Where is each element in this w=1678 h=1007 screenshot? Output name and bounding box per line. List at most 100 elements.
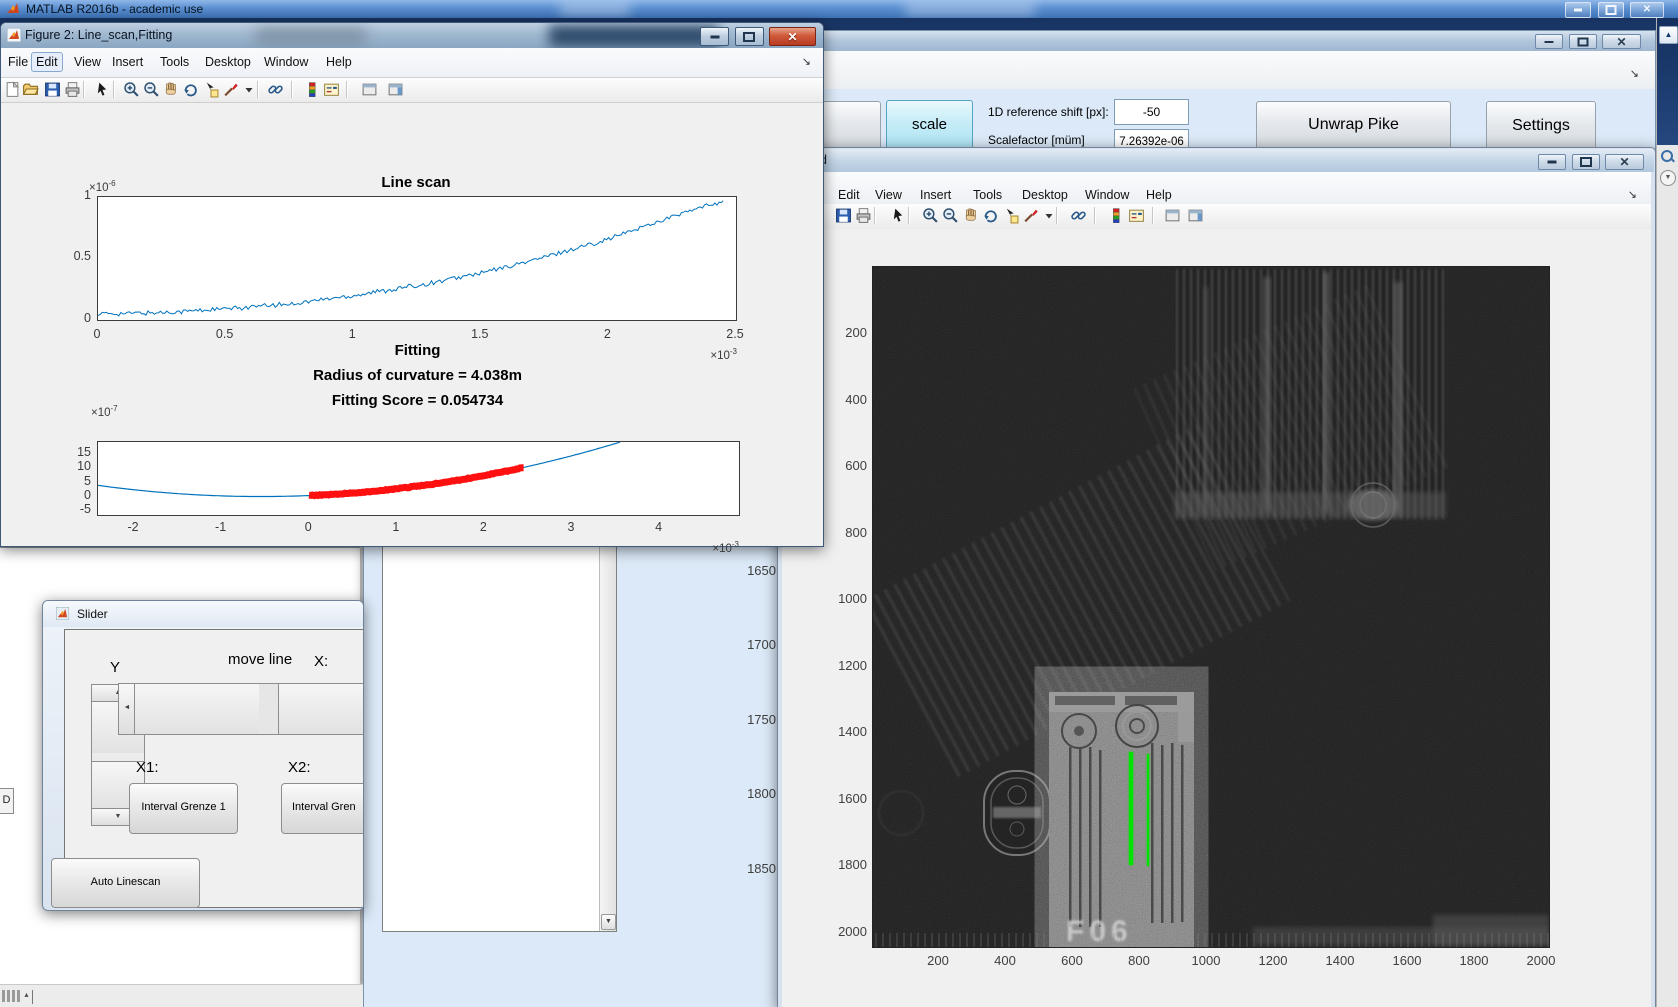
tick-label: 5 — [84, 473, 91, 488]
link-plot-icon[interactable] — [1070, 207, 1087, 224]
close-icon[interactable]: ✕ — [1602, 34, 1641, 49]
hide-plot-tools-icon[interactable] — [361, 81, 378, 98]
fitting-axes[interactable] — [97, 441, 740, 516]
hidden-axes-tick-label: 1650 — [747, 562, 776, 578]
zoom-in-icon[interactable] — [123, 81, 140, 98]
slider-window: Slider Y ▲ ▼ move line X: ◄ X1: X2: Inte… — [42, 600, 364, 911]
edit-plot-pointer-icon[interactable] — [94, 81, 111, 98]
open-file-icon[interactable] — [22, 81, 39, 98]
pan-icon[interactable] — [162, 81, 179, 98]
image-figure-window: d ✕ ↘ EditView Insert Tools Desktop Window He… — [777, 147, 1656, 1007]
new-figure-icon[interactable] — [4, 81, 21, 98]
docked-panel-tab[interactable]: D — [0, 788, 14, 814]
toolbar-separator — [257, 81, 259, 98]
linescan-plot-title: Line scan — [381, 174, 451, 191]
menu-item-window[interactable]: Window — [1080, 185, 1134, 205]
hologram-image[interactable]: F06 — [860, 266, 1550, 948]
menu-item-window[interactable]: Window — [259, 52, 313, 72]
linescan-axes[interactable] — [97, 196, 737, 321]
insert-colorbar-icon[interactable] — [304, 81, 321, 98]
x2-slider-thumb[interactable] — [278, 683, 363, 735]
brush-icon[interactable] — [222, 81, 239, 98]
tick-label: 1800 — [838, 857, 867, 872]
dropdown-circle-icon[interactable]: ▼ — [1660, 170, 1676, 186]
dropdown-caret-icon[interactable] — [1044, 207, 1061, 224]
search-icon[interactable] — [1660, 149, 1676, 165]
menu-item-help[interactable]: Help — [1141, 185, 1177, 205]
hide-plot-tools-icon[interactable] — [1164, 207, 1181, 224]
minimize-icon[interactable] — [1565, 2, 1592, 18]
interval-grenze-2-button[interactable]: Interval Gren — [281, 783, 363, 834]
maximize-icon[interactable] — [734, 27, 764, 46]
tick-label: 1400 — [1325, 953, 1355, 968]
menu-item-desktop[interactable]: Desktop — [1017, 185, 1073, 205]
tick-label: 1000 — [838, 591, 867, 606]
menu-item-view[interactable]: View — [69, 52, 106, 72]
toolbar-overflow-icon[interactable]: ↘ — [1628, 188, 1637, 201]
menu-item-tools[interactable]: Tools — [968, 185, 1007, 205]
collapsed-panel-bars[interactable]: ▲ — [2, 990, 42, 1004]
insert-colorbar-icon[interactable] — [1108, 207, 1125, 224]
insert-legend-icon[interactable] — [323, 81, 340, 98]
pan-icon[interactable] — [962, 207, 979, 224]
toolbar-separator — [908, 207, 910, 224]
linescan-marker-line-1[interactable] — [1129, 752, 1133, 865]
maximize-icon[interactable] — [1571, 154, 1600, 170]
figure2-titlebar[interactable]: Figure 2: Line_scan,Fitting ✕ — [1, 23, 823, 48]
linescan-marker-line-2[interactable] — [1147, 754, 1149, 866]
slider-titlebar[interactable]: Slider — [43, 601, 363, 627]
hidden-button[interactable] — [819, 101, 881, 151]
x-slider-thumb[interactable] — [134, 683, 261, 735]
x-slider-track[interactable] — [259, 683, 278, 735]
menu-item-view[interactable]: View — [870, 185, 907, 205]
show-plot-tools-icon[interactable] — [1187, 207, 1204, 224]
ref-shift-field[interactable]: -50 — [1114, 99, 1189, 125]
scale-button[interactable]: scale — [886, 100, 973, 153]
minimize-icon[interactable] — [1538, 154, 1567, 170]
zoom-out-icon[interactable] — [942, 207, 959, 224]
menu-item-help[interactable]: Help — [321, 52, 357, 72]
data-cursor-icon[interactable] — [1002, 207, 1019, 224]
settings-button[interactable]: Settings — [1486, 101, 1596, 153]
menu-item-edit[interactable]: Edit — [833, 185, 865, 205]
unwrap-pike-button[interactable]: Unwrap Pike — [1256, 101, 1451, 151]
insert-legend-icon[interactable] — [1128, 207, 1145, 224]
interval-grenze-1-button[interactable]: Interval Grenze 1 — [129, 783, 238, 834]
auto-linescan-button[interactable]: Auto Linescan — [51, 858, 200, 908]
brush-icon[interactable] — [1022, 207, 1039, 224]
print-figure-icon[interactable] — [64, 81, 81, 98]
maximize-icon[interactable] — [1568, 34, 1597, 49]
menu-item-insert[interactable]: Insert — [915, 185, 956, 205]
tick-label: 15 — [77, 445, 91, 459]
menu-item-desktop[interactable]: Desktop — [200, 52, 256, 72]
zoom-in-icon[interactable] — [922, 207, 939, 224]
menu-item-file[interactable]: File — [3, 52, 33, 72]
rotate-3d-icon[interactable] — [982, 207, 999, 224]
gui-caption-buttons: ✕ — [1534, 34, 1641, 52]
close-icon[interactable]: ✕ — [769, 27, 816, 46]
image-window-titlebar[interactable]: d ✕ — [779, 149, 1654, 172]
show-plot-tools-icon[interactable] — [387, 81, 404, 98]
close-icon[interactable]: ✕ — [1630, 2, 1664, 18]
rotate-3d-icon[interactable] — [182, 81, 199, 98]
maximize-icon[interactable] — [1597, 2, 1624, 18]
tick-label: 0 — [304, 520, 312, 534]
data-cursor-icon[interactable] — [202, 81, 219, 98]
save-figure-icon[interactable] — [44, 81, 61, 98]
close-icon[interactable]: ✕ — [1605, 154, 1644, 170]
menu-item-tools[interactable]: Tools — [155, 52, 194, 72]
zoom-out-icon[interactable] — [143, 81, 160, 98]
tick-label: 2000 — [1526, 953, 1556, 968]
menu-item-insert[interactable]: Insert — [107, 52, 148, 72]
menu-item-edit[interactable]: Edit — [31, 52, 63, 72]
minimize-icon[interactable] — [700, 27, 730, 46]
print-figure-icon[interactable] — [855, 207, 872, 224]
toolbar-overflow-icon[interactable]: ↘ — [1630, 67, 1639, 80]
edit-plot-pointer-icon[interactable] — [890, 207, 907, 224]
collapse-up-icon[interactable]: ▲ — [1659, 26, 1678, 44]
scroll-down-icon[interactable]: ▼ — [601, 914, 616, 930]
minimize-icon[interactable] — [1535, 34, 1564, 49]
toolbar-overflow-icon[interactable]: ↘ — [802, 55, 811, 68]
save-figure-icon[interactable] — [835, 207, 852, 224]
link-plot-icon[interactable] — [267, 81, 284, 98]
